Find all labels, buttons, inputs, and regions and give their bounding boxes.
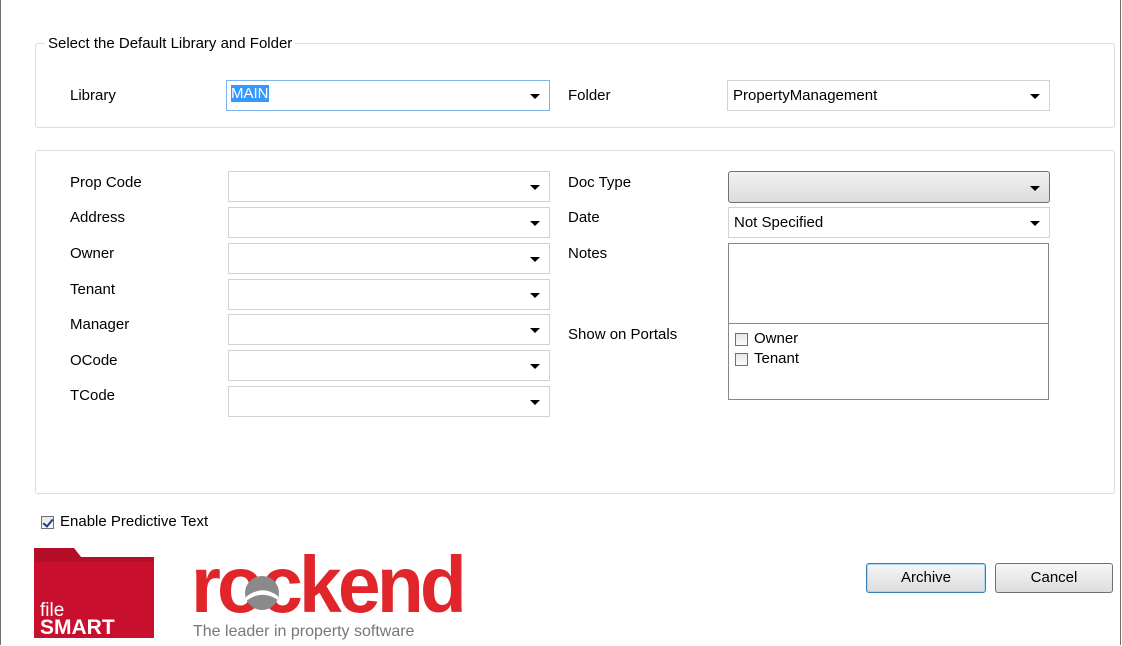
owner-combo[interactable]: [228, 243, 550, 274]
manager-combo[interactable]: [228, 314, 550, 345]
rockend-tagline: The leader in property software: [193, 623, 415, 640]
notes-textarea[interactable]: [728, 243, 1049, 325]
rockend-logo-graphic: rockend The leader in property software: [191, 540, 467, 640]
date-combo[interactable]: Not Specified: [728, 207, 1050, 238]
portal-option-tenant[interactable]: Tenant: [735, 350, 935, 368]
address-label: Address: [70, 209, 126, 226]
date-value: Not Specified: [734, 214, 824, 231]
tcode-dropdown-icon[interactable]: [530, 400, 540, 405]
rockend-wordmark: rockend: [191, 550, 463, 629]
window-border-left: [0, 0, 1, 645]
tcode-combo[interactable]: [228, 386, 550, 417]
predictive-text-checkbox[interactable]: [41, 516, 54, 529]
owner-dropdown-icon[interactable]: [530, 257, 540, 262]
library-combo[interactable]: MAIN: [226, 80, 550, 111]
manager-dropdown-icon[interactable]: [530, 328, 540, 333]
folder-value: PropertyManagement: [733, 87, 878, 104]
rockend-logo: rockend The leader in property software: [185, 540, 475, 642]
ocode-combo[interactable]: [228, 350, 550, 381]
library-folder-legend: Select the Default Library and Folder: [45, 35, 296, 52]
library-value: MAIN: [231, 85, 269, 102]
portal-owner-label: Owner: [754, 330, 799, 347]
cancel-button[interactable]: Cancel: [995, 563, 1113, 593]
archive-button[interactable]: Archive: [866, 563, 986, 593]
tenant-dropdown-icon[interactable]: [530, 293, 540, 298]
doc-type-combo[interactable]: [728, 171, 1050, 203]
tenant-combo[interactable]: [228, 279, 550, 310]
filesmart-bottom-text: SMART: [40, 616, 115, 638]
filesmart-logo: file SMART: [34, 548, 154, 639]
portal-tenant-checkbox[interactable]: [735, 353, 748, 366]
notes-label: Notes: [568, 245, 608, 262]
archive-dialog: Select the Default Library and Folder Li…: [0, 0, 1122, 645]
folder-label: Folder: [568, 87, 611, 104]
portal-option-owner[interactable]: Owner: [735, 330, 935, 348]
prop-code-combo[interactable]: [228, 171, 550, 202]
manager-label: Manager: [70, 316, 130, 333]
portal-owner-checkbox[interactable]: [735, 333, 748, 346]
show-on-portals-label: Show on Portals: [568, 326, 678, 343]
window-border-right: [1120, 0, 1121, 645]
folder-dropdown-icon[interactable]: [1030, 94, 1040, 99]
predictive-text-label: Enable Predictive Text: [60, 513, 209, 530]
address-combo[interactable]: [228, 207, 550, 238]
library-dropdown-icon[interactable]: [530, 94, 540, 99]
predictive-text-option[interactable]: Enable Predictive Text: [41, 513, 271, 533]
tcode-label: TCode: [70, 387, 116, 404]
doc-type-dropdown-icon[interactable]: [1030, 186, 1040, 191]
prop-code-label: Prop Code: [70, 174, 142, 191]
library-label: Library: [70, 87, 116, 104]
owner-label: Owner: [70, 245, 115, 262]
prop-code-dropdown-icon[interactable]: [530, 185, 540, 190]
ocode-dropdown-icon[interactable]: [530, 364, 540, 369]
doc-type-label: Doc Type: [568, 174, 632, 191]
ocode-label: OCode: [70, 352, 118, 369]
address-dropdown-icon[interactable]: [530, 221, 540, 226]
folder-combo[interactable]: PropertyManagement: [727, 80, 1050, 111]
portal-tenant-label: Tenant: [754, 350, 800, 367]
filesmart-logo-graphic: file SMART: [34, 548, 154, 639]
tenant-label: Tenant: [70, 281, 116, 298]
portals-checklist: Owner Tenant: [728, 323, 1049, 400]
date-dropdown-icon[interactable]: [1030, 221, 1040, 226]
date-label: Date: [568, 209, 600, 226]
